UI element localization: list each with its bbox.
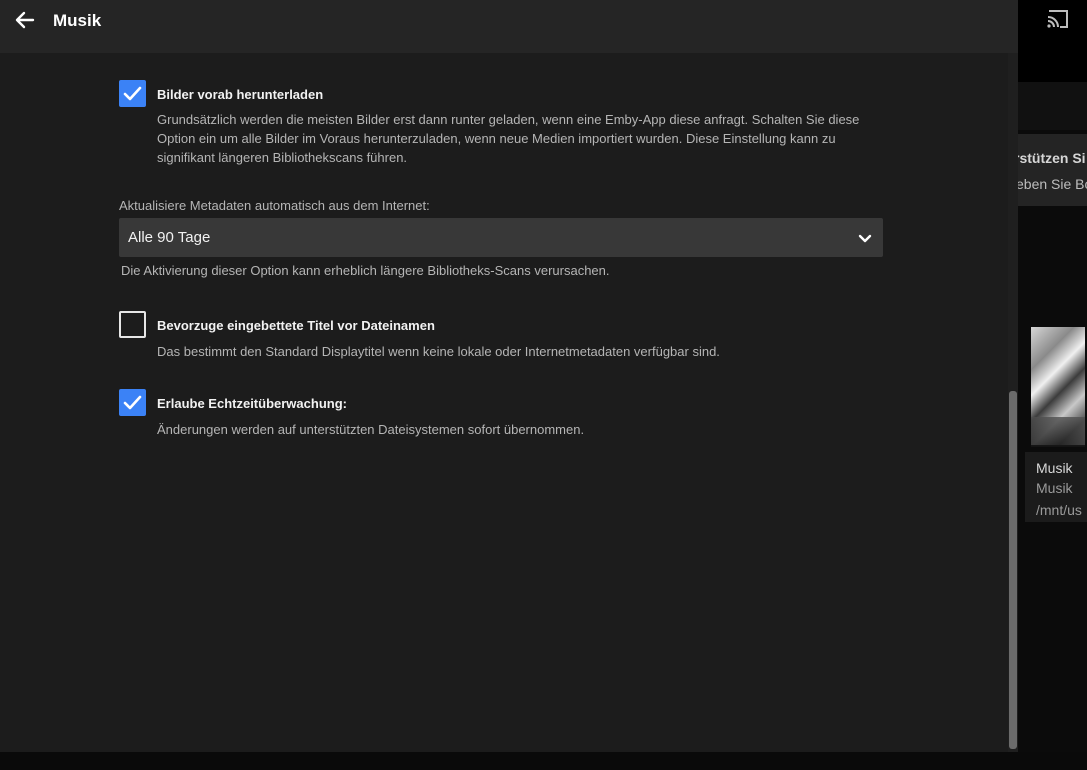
library-card-title: Musik: [1036, 460, 1073, 476]
background-topbar: [1018, 0, 1087, 82]
library-card-path: /mnt/us: [1036, 502, 1082, 518]
cast-icon[interactable]: [1047, 10, 1069, 28]
metadata-refresh-label: Aktualisiere Metadaten automatisch aus d…: [119, 198, 430, 213]
arrow-left-icon[interactable]: [13, 9, 39, 31]
library-settings-dialog: Musik Bilder vorab herunterladen Grundsä…: [0, 0, 1018, 752]
bottom-bar: [0, 752, 1087, 770]
realtime-monitoring-description: Änderungen werden auf unterstützten Date…: [157, 422, 585, 437]
scrollbar-thumb[interactable]: [1009, 391, 1017, 749]
download-images-description: Grundsätzlich werden die meisten Bilder …: [157, 112, 860, 165]
checkmark-icon: [123, 395, 142, 410]
checkmark-icon: [123, 86, 142, 101]
banner-title: rstützen Si: [1018, 150, 1086, 166]
dialog-scrollbar[interactable]: [1008, 53, 1018, 752]
prefer-embedded-titles-checkbox[interactable]: [119, 311, 146, 338]
background-strip: [1018, 82, 1087, 130]
metadata-refresh-select[interactable]: Alle 90 Tage: [119, 218, 883, 257]
prefer-embedded-titles-label[interactable]: Bevorzuge eingebettete Titel vor Dateina…: [157, 318, 435, 333]
library-card[interactable]: Musik Musik /mnt/us: [1025, 325, 1087, 525]
library-card-type: Musik: [1036, 480, 1073, 496]
dialog-title: Musik: [53, 11, 102, 30]
library-card-reflection: [1031, 417, 1085, 447]
banner-subtitle: eben Sie Bo: [1018, 176, 1087, 192]
background-app: rstützen Si eben Sie Bo Musik Musik /mnt…: [1018, 0, 1087, 770]
prefer-embedded-titles-description: Das bestimmt den Standard Displaytitel w…: [157, 344, 720, 359]
library-card-info: Musik Musik /mnt/us: [1025, 452, 1087, 522]
dialog-header: Musik: [0, 0, 1018, 53]
realtime-monitoring-checkbox[interactable]: [119, 389, 146, 416]
download-images-checkbox[interactable]: [119, 80, 146, 107]
realtime-monitoring-label[interactable]: Erlaube Echtzeitüberwachung:: [157, 396, 347, 411]
background-banner: rstützen Si eben Sie Bo: [1018, 134, 1087, 206]
metadata-refresh-description: Die Aktivierung dieser Option kann erheb…: [121, 263, 610, 278]
download-images-label[interactable]: Bilder vorab herunterladen: [157, 87, 323, 102]
chevron-down-icon: [858, 231, 872, 249]
metadata-refresh-value: Alle 90 Tage: [128, 229, 211, 246]
